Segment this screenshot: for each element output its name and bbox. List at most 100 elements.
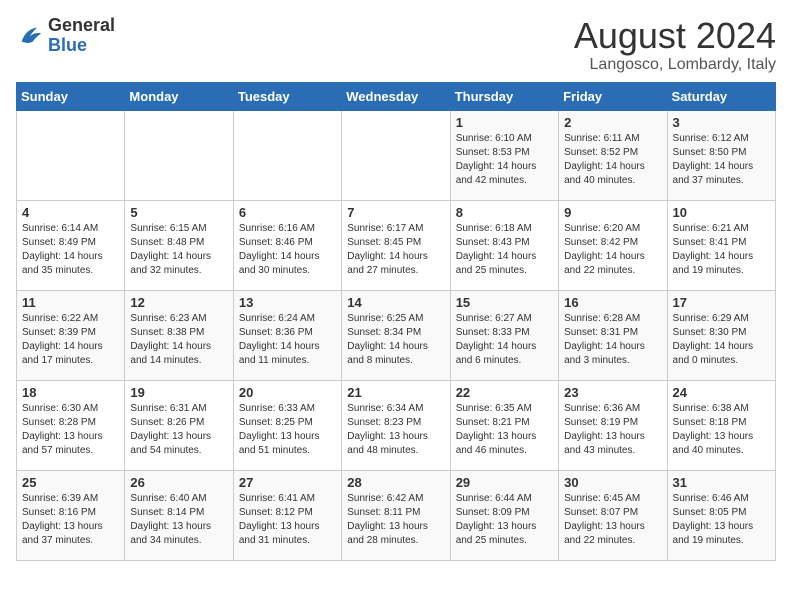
day-number: 20 <box>239 385 336 400</box>
calendar-week-row: 25 Sunrise: 6:39 AM Sunset: 8:16 PM Dayli… <box>17 470 776 560</box>
day-number: 26 <box>130 475 227 490</box>
weekday-header-sunday: Sunday <box>17 82 125 110</box>
day-number: 2 <box>564 115 661 130</box>
day-info: Sunrise: 6:35 AM Sunset: 8:21 PM Dayligh… <box>456 402 553 458</box>
day-number: 30 <box>564 475 661 490</box>
day-info: Sunrise: 6:17 AM Sunset: 8:45 PM Dayligh… <box>347 222 444 278</box>
weekday-header-thursday: Thursday <box>450 82 558 110</box>
day-number: 18 <box>22 385 119 400</box>
calendar-cell: 16Sunrise: 6:28 AM Sunset: 8:31 PM Dayli… <box>559 290 667 380</box>
calendar-week-row: 4Sunrise: 6:14 AM Sunset: 8:49 PM Daylig… <box>17 200 776 290</box>
day-info: Sunrise: 6:45 AM Sunset: 8:07 PM Dayligh… <box>564 492 661 548</box>
day-info: Sunrise: 6:36 AM Sunset: 8:19 PM Dayligh… <box>564 402 661 458</box>
calendar-week-row: 11Sunrise: 6:22 AM Sunset: 8:39 PM Dayli… <box>17 290 776 380</box>
calendar-cell: 25 Sunrise: 6:39 AM Sunset: 8:16 PM Dayli… <box>17 470 125 560</box>
calendar-cell: 27 Sunrise: 6:41 AM Sunset: 8:12 PM Dayli… <box>233 470 341 560</box>
calendar-cell: 7Sunrise: 6:17 AM Sunset: 8:45 PM Daylig… <box>342 200 450 290</box>
day-info: Sunrise: 6:46 AM Sunset: 8:05 PM Dayligh… <box>673 492 770 548</box>
day-number: 28 <box>347 475 444 490</box>
calendar-cell: 14 Sunrise: 6:25 AM Sunset: 8:34 PM Dayli… <box>342 290 450 380</box>
calendar-cell: 13 Sunrise: 6:24 AM Sunset: 8:36 PM Dayli… <box>233 290 341 380</box>
calendar-cell: 26 Sunrise: 6:40 AM Sunset: 8:14 PM Dayli… <box>125 470 233 560</box>
weekday-header-tuesday: Tuesday <box>233 82 341 110</box>
calendar-cell <box>17 110 125 200</box>
calendar-cell: 6 Sunrise: 6:16 AM Sunset: 8:46 PM Daylig… <box>233 200 341 290</box>
day-number: 5 <box>130 205 227 220</box>
logo: General Blue <box>16 16 115 56</box>
day-number: 22 <box>456 385 553 400</box>
calendar-cell: 3 Sunrise: 6:12 AM Sunset: 8:50 PM Daylig… <box>667 110 775 200</box>
day-number: 25 <box>22 475 119 490</box>
calendar-cell: 12 Sunrise: 6:23 AM Sunset: 8:38 PM Dayli… <box>125 290 233 380</box>
day-number: 6 <box>239 205 336 220</box>
day-info: Sunrise: 6:21 AM Sunset: 8:41 PM Dayligh… <box>673 222 770 278</box>
calendar-cell: 29 Sunrise: 6:44 AM Sunset: 8:09 PM Dayli… <box>450 470 558 560</box>
calendar-cell: 22 Sunrise: 6:35 AM Sunset: 8:21 PM Dayli… <box>450 380 558 470</box>
day-info: Sunrise: 6:27 AM Sunset: 8:33 PM Dayligh… <box>456 312 553 368</box>
logo-bird-icon <box>16 22 44 50</box>
day-info: Sunrise: 6:14 AM Sunset: 8:49 PM Dayligh… <box>22 222 119 278</box>
day-number: 9 <box>564 205 661 220</box>
page-header: General Blue August 2024 Langosco, Lomba… <box>16 16 776 74</box>
day-info: Sunrise: 6:33 AM Sunset: 8:25 PM Dayligh… <box>239 402 336 458</box>
day-info: Sunrise: 6:18 AM Sunset: 8:43 PM Dayligh… <box>456 222 553 278</box>
logo-general-text: General <box>48 16 115 36</box>
day-info: Sunrise: 6:39 AM Sunset: 8:16 PM Dayligh… <box>22 492 119 548</box>
calendar-cell: 11Sunrise: 6:22 AM Sunset: 8:39 PM Dayli… <box>17 290 125 380</box>
logo-blue-text: Blue <box>48 36 115 56</box>
day-number: 27 <box>239 475 336 490</box>
day-info: Sunrise: 6:10 AM Sunset: 8:53 PM Dayligh… <box>456 132 553 188</box>
location-text: Langosco, Lombardy, Italy <box>574 56 776 74</box>
weekday-header-wednesday: Wednesday <box>342 82 450 110</box>
calendar-header: SundayMondayTuesdayWednesdayThursdayFrid… <box>17 82 776 110</box>
calendar-table: SundayMondayTuesdayWednesdayThursdayFrid… <box>16 82 776 561</box>
calendar-cell: 5 Sunrise: 6:15 AM Sunset: 8:48 PM Daylig… <box>125 200 233 290</box>
day-info: Sunrise: 6:23 AM Sunset: 8:38 PM Dayligh… <box>130 312 227 368</box>
day-info: Sunrise: 6:38 AM Sunset: 8:18 PM Dayligh… <box>673 402 770 458</box>
day-number: 8 <box>456 205 553 220</box>
weekday-header-saturday: Saturday <box>667 82 775 110</box>
day-info: Sunrise: 6:40 AM Sunset: 8:14 PM Dayligh… <box>130 492 227 548</box>
day-info: Sunrise: 6:15 AM Sunset: 8:48 PM Dayligh… <box>130 222 227 278</box>
day-number: 16 <box>564 295 661 310</box>
day-number: 23 <box>564 385 661 400</box>
day-number: 1 <box>456 115 553 130</box>
day-info: Sunrise: 6:11 AM Sunset: 8:52 PM Dayligh… <box>564 132 661 188</box>
calendar-cell: 10 Sunrise: 6:21 AM Sunset: 8:41 PM Dayli… <box>667 200 775 290</box>
day-number: 24 <box>673 385 770 400</box>
day-number: 17 <box>673 295 770 310</box>
day-number: 3 <box>673 115 770 130</box>
calendar-cell: 24 Sunrise: 6:38 AM Sunset: 8:18 PM Dayli… <box>667 380 775 470</box>
calendar-cell <box>233 110 341 200</box>
day-info: Sunrise: 6:41 AM Sunset: 8:12 PM Dayligh… <box>239 492 336 548</box>
day-number: 10 <box>673 205 770 220</box>
day-info: Sunrise: 6:16 AM Sunset: 8:46 PM Dayligh… <box>239 222 336 278</box>
day-info: Sunrise: 6:24 AM Sunset: 8:36 PM Dayligh… <box>239 312 336 368</box>
calendar-cell: 21Sunrise: 6:34 AM Sunset: 8:23 PM Dayli… <box>342 380 450 470</box>
day-info: Sunrise: 6:25 AM Sunset: 8:34 PM Dayligh… <box>347 312 444 368</box>
calendar-cell: 23 Sunrise: 6:36 AM Sunset: 8:19 PM Dayli… <box>559 380 667 470</box>
day-info: Sunrise: 6:20 AM Sunset: 8:42 PM Dayligh… <box>564 222 661 278</box>
calendar-cell: 9 Sunrise: 6:20 AM Sunset: 8:42 PM Daylig… <box>559 200 667 290</box>
calendar-cell: 31 Sunrise: 6:46 AM Sunset: 8:05 PM Dayli… <box>667 470 775 560</box>
calendar-cell: 28 Sunrise: 6:42 AM Sunset: 8:11 PM Dayli… <box>342 470 450 560</box>
day-info: Sunrise: 6:44 AM Sunset: 8:09 PM Dayligh… <box>456 492 553 548</box>
calendar-week-row: 18 Sunrise: 6:30 AM Sunset: 8:28 PM Dayli… <box>17 380 776 470</box>
month-year-heading: August 2024 <box>574 16 776 56</box>
title-block: August 2024 Langosco, Lombardy, Italy <box>574 16 776 74</box>
day-info: Sunrise: 6:42 AM Sunset: 8:11 PM Dayligh… <box>347 492 444 548</box>
day-number: 31 <box>673 475 770 490</box>
day-number: 15 <box>456 295 553 310</box>
day-number: 13 <box>239 295 336 310</box>
calendar-cell: 17Sunrise: 6:29 AM Sunset: 8:30 PM Dayli… <box>667 290 775 380</box>
calendar-cell <box>342 110 450 200</box>
day-info: Sunrise: 6:34 AM Sunset: 8:23 PM Dayligh… <box>347 402 444 458</box>
day-number: 29 <box>456 475 553 490</box>
day-info: Sunrise: 6:30 AM Sunset: 8:28 PM Dayligh… <box>22 402 119 458</box>
day-info: Sunrise: 6:12 AM Sunset: 8:50 PM Dayligh… <box>673 132 770 188</box>
day-number: 12 <box>130 295 227 310</box>
day-number: 19 <box>130 385 227 400</box>
calendar-cell: 4Sunrise: 6:14 AM Sunset: 8:49 PM Daylig… <box>17 200 125 290</box>
weekday-header-monday: Monday <box>125 82 233 110</box>
day-number: 14 <box>347 295 444 310</box>
